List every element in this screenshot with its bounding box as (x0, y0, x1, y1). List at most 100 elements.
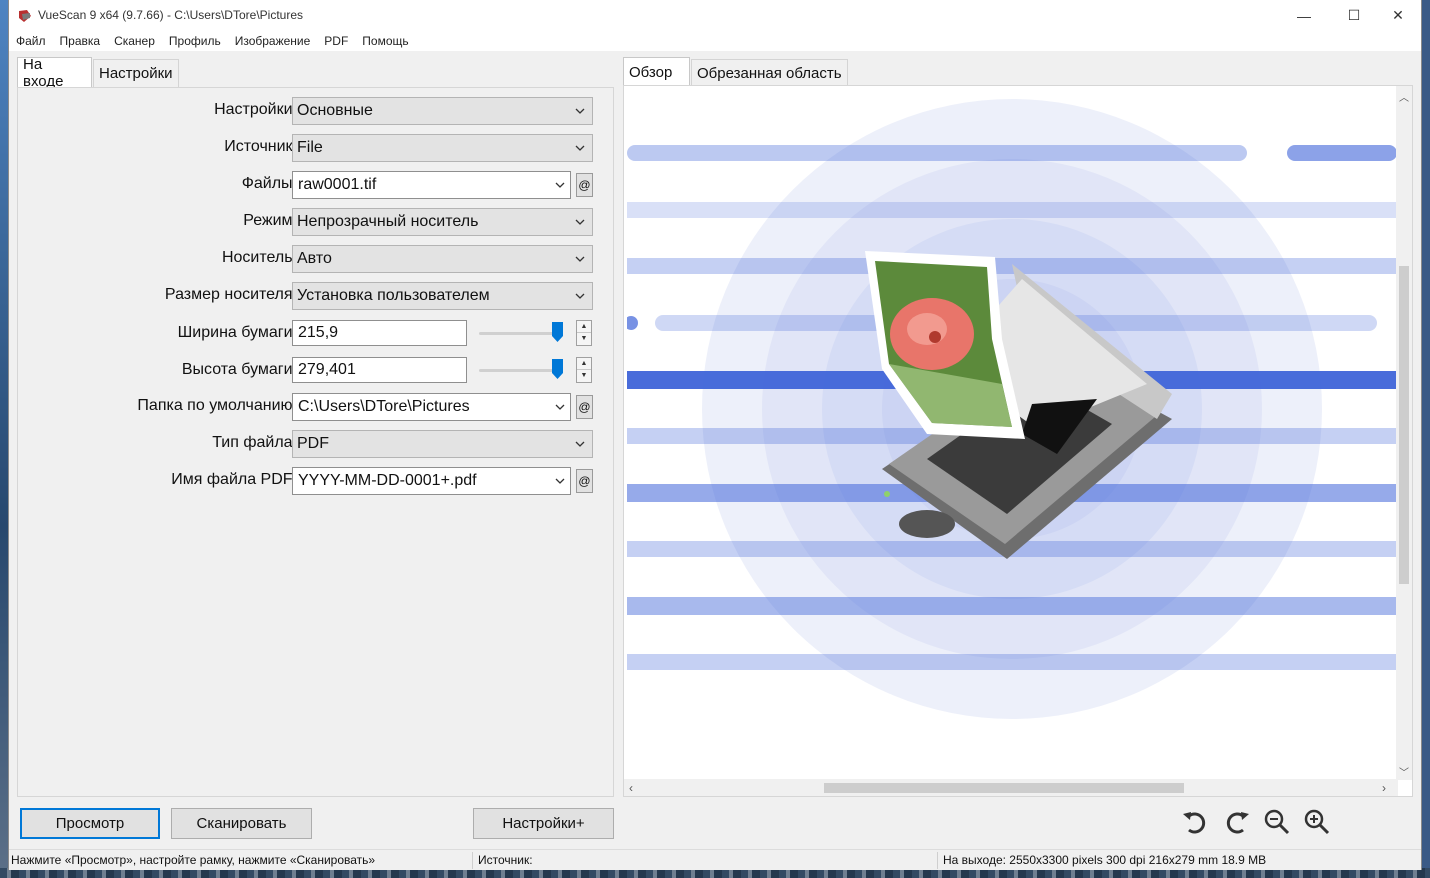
app-window: VueScan 9 x64 (9.7.66) - C:\Users\DTore\… (8, 0, 1422, 870)
spin-down-icon[interactable]: ▼ (577, 370, 591, 382)
chevron-down-icon (555, 478, 565, 484)
default-folder-at-button[interactable]: @ (576, 395, 593, 419)
paper-width-input[interactable]: 215,9 (292, 320, 467, 346)
tab-cropped-area[interactable]: Обрезанная область (691, 59, 848, 87)
chevron-down-icon (575, 293, 585, 299)
media-value: Авто (297, 250, 332, 267)
chevron-down-icon (555, 404, 565, 410)
scroll-down-icon[interactable]: ﹀ (1399, 764, 1409, 779)
input-settings-panel: Настройки: Основные Источник: File Файлы… (17, 87, 614, 797)
desktop-background (0, 0, 8, 878)
row-media-size: Размер носителя: Установка пользователем (18, 282, 615, 310)
scroll-right-icon[interactable]: › (1382, 781, 1386, 795)
mode-value: Непрозрачный носитель (297, 213, 479, 230)
pdf-filename-label: Имя файла PDF: (171, 471, 297, 488)
row-settings: Настройки: Основные (18, 97, 615, 125)
preview-splash-image[interactable] (627, 89, 1397, 779)
pdf-filename-combo[interactable]: YYYY-MM-DD-0001+.pdf (292, 467, 571, 495)
media-select[interactable]: Авто (292, 245, 593, 273)
spin-up-icon[interactable]: ▲ (577, 358, 591, 370)
status-hint: Нажмите «Просмотр», настройте рамку, наж… (11, 853, 376, 867)
media-size-select[interactable]: Установка пользователем (292, 282, 593, 310)
file-type-label: Тип файла: (212, 434, 297, 451)
paper-width-slider-thumb[interactable] (552, 322, 563, 342)
tab-preview[interactable]: Обзор (623, 57, 690, 87)
menu-help[interactable]: Помощь (355, 31, 415, 51)
media-label: Носитель: (221, 249, 297, 266)
horizontal-scroll-thumb[interactable] (824, 783, 1184, 793)
zoom-in-icon[interactable] (1303, 808, 1331, 836)
file-type-select[interactable]: PDF (292, 430, 593, 458)
scan-button[interactable]: Сканировать (171, 808, 312, 839)
chevron-down-icon (575, 108, 585, 114)
chevron-down-icon (555, 182, 565, 188)
paper-width-label: Ширина бумаги: (177, 324, 297, 341)
paper-height-slider[interactable] (479, 369, 561, 372)
spin-down-icon[interactable]: ▼ (577, 333, 591, 345)
tab-settings[interactable]: Настройки (93, 59, 179, 87)
more-settings-button[interactable]: Настройки+ (473, 808, 614, 839)
menu-scanner[interactable]: Сканер (107, 31, 162, 51)
default-folder-combo[interactable]: C:\Users\DTore\Pictures (292, 393, 571, 421)
menu-image[interactable]: Изображение (228, 31, 318, 51)
menu-edit[interactable]: Правка (53, 31, 108, 51)
paper-height-slider-thumb[interactable] (552, 359, 563, 379)
vuescan-logo-icon (19, 10, 31, 22)
settings-value: Основные (297, 102, 373, 119)
media-size-label: Размер носителя: (164, 286, 297, 303)
paper-width-slider[interactable] (479, 332, 561, 335)
paper-height-label: Высота бумаги: (181, 361, 297, 378)
files-at-button[interactable]: @ (576, 173, 593, 197)
rotate-right-icon[interactable] (1223, 808, 1251, 836)
preview-panel: ︿ ﹀ ‹ › (623, 85, 1413, 797)
paper-height-spinner[interactable]: ▲ ▼ (576, 357, 592, 383)
media-size-value: Установка пользователем (297, 287, 490, 304)
chevron-down-icon (575, 256, 585, 262)
row-default-folder: Папка по умолчанию: C:\Users\DTore\Pictu… (18, 393, 615, 421)
settings-select[interactable]: Основные (292, 97, 593, 125)
row-paper-height: Высота бумаги: 279,401 ▲ ▼ (18, 357, 615, 385)
settings-label: Настройки: (214, 101, 297, 118)
files-combo[interactable]: raw0001.tif (292, 171, 571, 199)
vertical-scrollbar[interactable]: ︿ ﹀ (1396, 86, 1412, 780)
close-button[interactable]: ✕ (1375, 0, 1421, 31)
scroll-left-icon[interactable]: ‹ (629, 781, 633, 795)
source-select[interactable]: File (292, 134, 593, 162)
source-value: File (297, 139, 323, 156)
row-files: Файлы: raw0001.tif @ (18, 171, 615, 199)
default-folder-label: Папка по умолчанию: (137, 397, 297, 414)
files-value: raw0001.tif (298, 176, 377, 193)
pdf-filename-at-button[interactable]: @ (576, 469, 593, 493)
preview-button[interactable]: Просмотр (20, 808, 160, 839)
default-folder-value: C:\Users\DTore\Pictures (298, 398, 470, 415)
menu-profile[interactable]: Профиль (162, 31, 228, 51)
paper-width-spinner[interactable]: ▲ ▼ (576, 320, 592, 346)
horizontal-scrollbar[interactable]: ‹ › (624, 779, 1398, 796)
vertical-scroll-thumb[interactable] (1399, 266, 1409, 584)
row-file-type: Тип файла: PDF (18, 430, 615, 458)
scroll-up-icon[interactable]: ︿ (1399, 89, 1409, 104)
mode-select[interactable]: Непрозрачный носитель (292, 208, 593, 236)
chevron-down-icon (575, 441, 585, 447)
source-label: Источник: (224, 138, 297, 155)
paper-height-input[interactable]: 279,401 (292, 357, 467, 383)
rotate-left-icon[interactable] (1181, 808, 1209, 836)
files-label: Файлы: (241, 175, 297, 192)
menu-pdf[interactable]: PDF (317, 31, 355, 51)
status-bar: Нажмите «Просмотр», настройте рамку, наж… (9, 849, 1421, 870)
maximize-button[interactable]: ☐ (1331, 0, 1377, 31)
menu-file[interactable]: Файл (9, 31, 53, 51)
window-title: VueScan 9 x64 (9.7.66) - C:\Users\DTore\… (38, 8, 303, 22)
chevron-down-icon (575, 145, 585, 151)
file-type-value: PDF (297, 435, 329, 452)
row-mode: Режим: Непрозрачный носитель (18, 208, 615, 236)
minimize-button[interactable]: — (1281, 0, 1327, 31)
zoom-out-icon[interactable] (1263, 808, 1291, 836)
pdf-filename-value: YYYY-MM-DD-0001+.pdf (298, 472, 477, 489)
tab-input[interactable]: На входе (17, 56, 92, 90)
spin-up-icon[interactable]: ▲ (577, 321, 591, 333)
status-divider (472, 852, 473, 869)
mode-label: Режим: (243, 212, 297, 229)
chevron-down-icon (575, 219, 585, 225)
row-pdf-filename: Имя файла PDF: YYYY-MM-DD-0001+.pdf @ (18, 467, 615, 495)
